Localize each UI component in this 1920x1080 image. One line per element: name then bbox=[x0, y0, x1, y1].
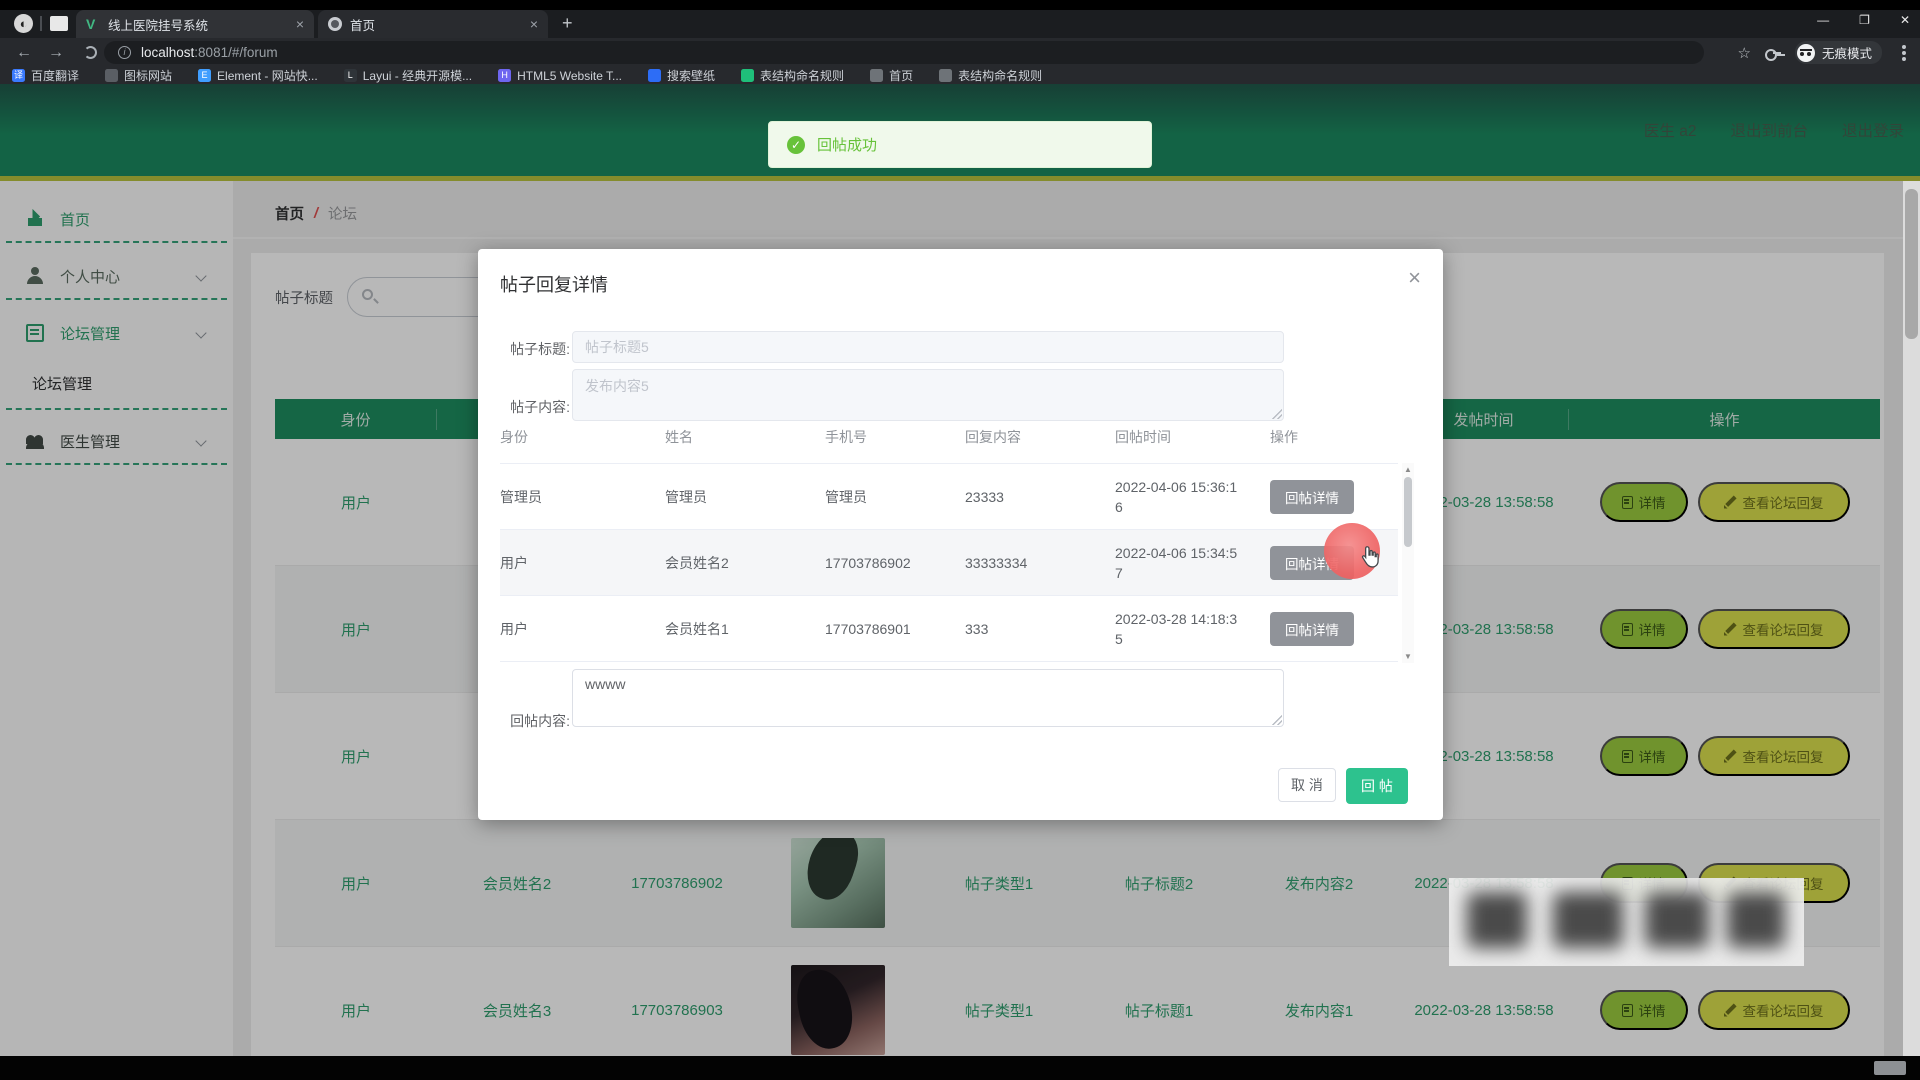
browser-chrome: ◐ V 线上医院挂号系统 × 首页 × + — ❐ ✕ ← → bbox=[0, 0, 1920, 84]
tab-separator bbox=[40, 16, 42, 31]
tab-title: 首页 bbox=[350, 15, 522, 34]
close-icon[interactable]: × bbox=[1408, 265, 1421, 291]
forward-button[interactable]: → bbox=[48, 44, 64, 62]
close-tab-icon[interactable]: × bbox=[296, 16, 304, 32]
tab-bar: ◐ V 线上医院挂号系统 × 首页 × + — ❐ ✕ bbox=[0, 10, 1920, 38]
bookmark-star-icon[interactable]: ☆ bbox=[1738, 44, 1751, 62]
minimize-button[interactable]: — bbox=[1817, 10, 1829, 30]
bookmark-element[interactable]: EElement - 网站快... bbox=[198, 67, 318, 84]
scroll-down-icon[interactable]: ▼ bbox=[1402, 652, 1414, 661]
reply-detail-button[interactable]: 回帖详情 bbox=[1270, 480, 1354, 514]
success-check-icon: ✓ bbox=[787, 136, 805, 154]
incognito-badge: 无痕模式 bbox=[1795, 41, 1882, 64]
scrollbar-thumb[interactable] bbox=[1404, 477, 1412, 547]
bookmark-html5[interactable]: HHTML5 Website T... bbox=[498, 69, 622, 83]
bookmark-icon-site[interactable]: 图标网站 bbox=[105, 67, 172, 84]
bookmark-icon: E bbox=[198, 69, 211, 82]
watermark-smudge bbox=[1727, 892, 1785, 948]
bookmark-table-naming-2[interactable]: 表结构命名规则 bbox=[939, 67, 1042, 84]
maximize-button[interactable]: ❐ bbox=[1859, 10, 1870, 30]
reply-content-label: 回帖内容: bbox=[498, 711, 570, 731]
reply-table-header: 身份 姓名 手机号 回复内容 回帖时间 操作 bbox=[500, 427, 1398, 447]
post-title-label: 帖子标题: bbox=[498, 339, 570, 359]
password-key-icon[interactable] bbox=[1765, 49, 1781, 57]
pinned-tab-icon[interactable] bbox=[50, 16, 68, 31]
toast-message: 回帖成功 bbox=[817, 134, 877, 155]
bookmark-baidu-translate[interactable]: 译百度翻译 bbox=[12, 67, 79, 84]
cancel-button[interactable]: 取 消 bbox=[1278, 768, 1336, 802]
resize-handle bbox=[1272, 409, 1282, 419]
window-controls: — ❐ ✕ bbox=[1817, 10, 1910, 30]
browser-logo-icon[interactable]: ◐ bbox=[14, 14, 33, 33]
bottom-bar bbox=[0, 1056, 1920, 1080]
bookmark-icon: H bbox=[498, 69, 511, 82]
url-text: localhost:8081/#/forum bbox=[141, 45, 278, 60]
success-toast: ✓ 回帖成功 bbox=[768, 121, 1152, 168]
page-scrollbar[interactable] bbox=[1903, 181, 1920, 1080]
scroll-up-icon[interactable]: ▲ bbox=[1402, 465, 1414, 474]
watermark-smudge bbox=[1553, 892, 1623, 948]
bookmark-icon: 译 bbox=[12, 69, 25, 82]
post-title-field bbox=[572, 331, 1284, 363]
bookmark-icon bbox=[870, 69, 883, 82]
bookmark-wallpaper[interactable]: 搜索壁纸 bbox=[648, 67, 715, 84]
reply-row: 用户 会员姓名2 17703786902 33333334 2022-04-06… bbox=[500, 530, 1398, 596]
post-reply-detail-dialog: 帖子回复详情 × 帖子标题: 帖子内容: 发布内容5 身份 姓名 手机号 回复内… bbox=[478, 249, 1443, 820]
incognito-icon bbox=[1797, 44, 1815, 62]
watermark-smudge bbox=[1467, 892, 1527, 948]
bookmark-homepage[interactable]: 首页 bbox=[870, 67, 913, 84]
bookmarks-bar: 译百度翻译 图标网站 EElement - 网站快... LLayui - 经典… bbox=[0, 67, 1920, 84]
bookmark-icon bbox=[741, 69, 754, 82]
scrollbar-thumb[interactable] bbox=[1905, 189, 1918, 339]
tab-home[interactable]: 首页 × bbox=[318, 10, 548, 38]
resize-handle bbox=[1272, 715, 1282, 725]
back-button[interactable]: ← bbox=[16, 44, 32, 62]
bookmark-icon bbox=[939, 69, 952, 82]
address-bar-actions: ☆ 无痕模式 bbox=[1738, 38, 1912, 67]
reload-button[interactable] bbox=[84, 46, 97, 59]
app-viewport: 医生 a2 退出到前台 退出登录 首页 个人中心 论坛管理 bbox=[0, 84, 1920, 1056]
dialog-title: 帖子回复详情 bbox=[500, 271, 608, 297]
vue-favicon: V bbox=[86, 17, 100, 31]
address-bar: ← → i localhost:8081/#/forum ☆ 无痕模式 bbox=[0, 38, 1920, 67]
site-info-icon[interactable]: i bbox=[118, 46, 131, 59]
reply-detail-button[interactable]: 回帖详情 bbox=[1270, 612, 1354, 646]
tab-hospital-system[interactable]: V 线上医院挂号系统 × bbox=[76, 10, 314, 38]
hand-cursor-icon bbox=[1358, 545, 1382, 571]
reply-submit-button[interactable]: 回 帖 bbox=[1346, 768, 1408, 804]
tab-title: 线上医院挂号系统 bbox=[108, 15, 288, 34]
reply-table-scrollbar[interactable]: ▲ ▼ bbox=[1402, 463, 1414, 663]
reply-row: 管理员 管理员 管理员 23333 2022-04-06 15:36:16 回帖… bbox=[500, 464, 1398, 530]
bookmark-layui[interactable]: LLayui - 经典开源模... bbox=[344, 67, 472, 84]
globe-favicon bbox=[328, 17, 342, 31]
incognito-label: 无痕模式 bbox=[1822, 43, 1872, 62]
close-tab-icon[interactable]: × bbox=[530, 16, 538, 32]
browser-menu-icon[interactable] bbox=[1902, 51, 1906, 55]
blurred-watermark bbox=[1449, 878, 1804, 966]
window-top-strip bbox=[0, 0, 1920, 10]
url-field[interactable]: i localhost:8081/#/forum bbox=[104, 41, 1704, 64]
new-tab-button[interactable]: + bbox=[562, 13, 573, 34]
close-window-button[interactable]: ✕ bbox=[1900, 10, 1910, 30]
reply-table-body: 管理员 管理员 管理员 23333 2022-04-06 15:36:16 回帖… bbox=[500, 463, 1398, 663]
post-content-field: 发布内容5 bbox=[572, 369, 1284, 421]
bookmark-icon bbox=[105, 69, 118, 82]
bookmark-icon bbox=[648, 69, 661, 82]
watermark-smudge bbox=[1645, 892, 1709, 948]
reply-row: 用户 会员姓名1 17703786901 333 2022-03-28 14:1… bbox=[500, 596, 1398, 662]
post-content-label: 帖子内容: bbox=[498, 397, 570, 417]
reply-content-field[interactable]: wwww bbox=[572, 669, 1284, 727]
bookmark-table-naming[interactable]: 表结构命名规则 bbox=[741, 67, 844, 84]
bookmark-icon: L bbox=[344, 69, 357, 82]
screen: ◐ V 线上医院挂号系统 × 首页 × + — ❐ ✕ ← → bbox=[0, 0, 1920, 1080]
corner-widget bbox=[1874, 1061, 1906, 1075]
